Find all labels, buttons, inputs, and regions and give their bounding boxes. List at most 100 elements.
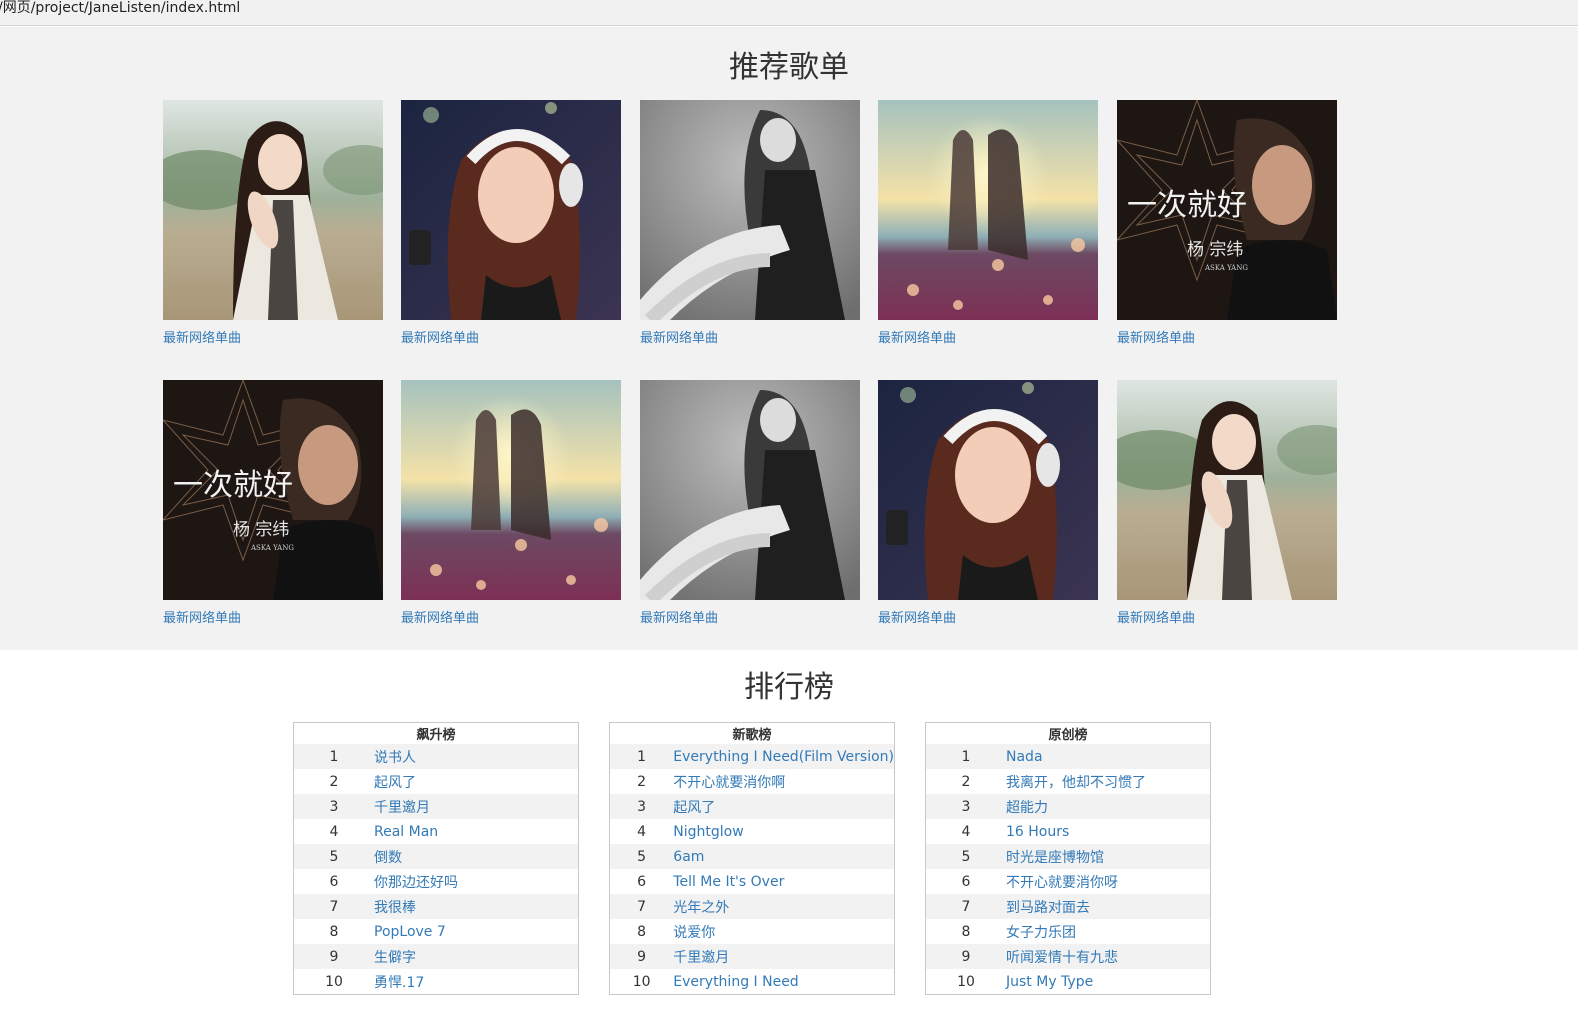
ranking-chart-title: 原创榜 xyxy=(1048,728,1088,743)
ranking-row[interactable]: 10 Just My Type xyxy=(926,969,1210,994)
playlist-title-link[interactable]: 最新网络单曲 xyxy=(878,331,1098,347)
ranking-row[interactable]: 8 女子力乐团 xyxy=(926,919,1210,944)
song-link[interactable]: 6am xyxy=(673,844,894,869)
playlist-card[interactable]: 最新网络单曲 xyxy=(401,100,621,347)
playlist-card[interactable]: 最新网络单曲 xyxy=(401,380,621,627)
ranking-row[interactable]: 9 千里邀月 xyxy=(610,944,894,969)
recommend-title: 推荐歌单 xyxy=(729,50,849,85)
song-link[interactable]: Tell Me It's Over xyxy=(673,869,894,894)
ranking-row[interactable]: 1 说书人 xyxy=(294,744,578,769)
ranking-row[interactable]: 10 勇悍.17 xyxy=(294,969,578,994)
playlist-title-link[interactable]: 最新网络单曲 xyxy=(163,611,383,627)
playlist-cover-image[interactable]: 一次就好 杨 宗纬 ASKA YANG xyxy=(1117,100,1337,320)
song-link[interactable]: 千里邀月 xyxy=(374,794,578,819)
playlist-cover-image[interactable] xyxy=(401,380,621,600)
song-link[interactable]: 光年之外 xyxy=(673,894,894,919)
playlist-cover-image[interactable] xyxy=(640,380,860,600)
playlist-card[interactable]: 最新网络单曲 xyxy=(878,380,1098,627)
song-link[interactable]: 说爱你 xyxy=(673,919,894,944)
song-link[interactable]: 不开心就要消你啊 xyxy=(673,769,894,794)
ranking-row[interactable]: 5 倒数 xyxy=(294,844,578,869)
song-link[interactable]: 倒数 xyxy=(374,844,578,869)
playlist-title-link[interactable]: 最新网络单曲 xyxy=(401,611,621,627)
song-link[interactable]: 我离开，他却不习惯了 xyxy=(1006,769,1210,794)
playlist-card[interactable]: 最新网络单曲 xyxy=(163,100,383,347)
ranking-row[interactable]: 9 听闻爱情十有九悲 xyxy=(926,944,1210,969)
playlist-card[interactable]: 最新网络单曲 xyxy=(640,380,860,627)
rank-number: 3 xyxy=(926,794,1006,819)
ranking-row[interactable]: 4 Nightglow xyxy=(610,819,894,844)
song-link[interactable]: 我很棒 xyxy=(374,894,578,919)
playlist-title-link[interactable]: 最新网络单曲 xyxy=(1117,331,1337,347)
playlist-title-link[interactable]: 最新网络单曲 xyxy=(401,331,621,347)
ranking-row[interactable]: 7 到马路对面去 xyxy=(926,894,1210,919)
url-text[interactable]: /网页/project/JaneListen/index.html xyxy=(0,0,240,16)
song-link[interactable]: Everything I Need xyxy=(673,969,894,994)
playlist-title-link[interactable]: 最新网络单曲 xyxy=(163,331,383,347)
song-link[interactable]: Just My Type xyxy=(1006,969,1210,994)
song-link[interactable]: 不开心就要消你呀 xyxy=(1006,869,1210,894)
song-link[interactable]: 听闻爱情十有九悲 xyxy=(1006,944,1210,969)
ranking-row[interactable]: 8 PopLove 7 xyxy=(294,919,578,944)
ranking-row[interactable]: 8 说爱你 xyxy=(610,919,894,944)
ranking-row[interactable]: 3 起风了 xyxy=(610,794,894,819)
song-link[interactable]: Nada xyxy=(1006,744,1210,769)
ranking-row[interactable]: 3 千里邀月 xyxy=(294,794,578,819)
playlist-title-link[interactable]: 最新网络单曲 xyxy=(640,611,860,627)
playlist-cover-image[interactable] xyxy=(878,380,1098,600)
song-link[interactable]: 起风了 xyxy=(673,794,894,819)
ranking-row[interactable]: 5 时光是座博物馆 xyxy=(926,844,1210,869)
playlist-cover-image[interactable] xyxy=(878,100,1098,320)
playlist-card[interactable]: 一次就好 杨 宗纬 ASKA YANG 最新网络单曲 xyxy=(1117,100,1337,347)
ranking-row[interactable]: 6 Tell Me It's Over xyxy=(610,869,894,894)
song-link[interactable]: Everything I Need(Film Version) xyxy=(673,744,894,769)
ranking-row[interactable]: 4 Real Man xyxy=(294,819,578,844)
rank-number: 9 xyxy=(610,944,674,969)
ranking-row[interactable]: 1 Everything I Need(Film Version) xyxy=(610,744,894,769)
playlist-card[interactable]: 最新网络单曲 xyxy=(1117,380,1337,627)
ranking-row[interactable]: 2 起风了 xyxy=(294,769,578,794)
ranking-row[interactable]: 2 我离开，他却不习惯了 xyxy=(926,769,1210,794)
ranking-row[interactable]: 10 Everything I Need xyxy=(610,969,894,994)
song-link[interactable]: 勇悍.17 xyxy=(374,969,578,994)
playlist-cover-image[interactable] xyxy=(640,100,860,320)
song-link[interactable]: 到马路对面去 xyxy=(1006,894,1210,919)
svg-text:ASKA YANG: ASKA YANG xyxy=(1204,264,1248,272)
playlist-card[interactable]: 最新网络单曲 xyxy=(640,100,860,347)
playlist-card[interactable]: 最新网络单曲 xyxy=(878,100,1098,347)
ranking-row[interactable]: 7 我很棒 xyxy=(294,894,578,919)
song-link[interactable]: 千里邀月 xyxy=(673,944,894,969)
song-link[interactable]: Real Man xyxy=(374,819,578,844)
song-link[interactable]: 时光是座博物馆 xyxy=(1006,844,1210,869)
playlist-cover-image[interactable]: 一次就好 杨 宗纬 ASKA YANG xyxy=(163,380,383,600)
ranking-row[interactable]: 9 生僻字 xyxy=(294,944,578,969)
playlist-card[interactable]: 一次就好 杨 宗纬 ASKA YANG 最新网络单曲 xyxy=(163,380,383,627)
playlist-cover-image[interactable] xyxy=(1117,380,1337,600)
song-link[interactable]: PopLove 7 xyxy=(374,919,578,944)
address-bar[interactable]: /网页/project/JaneListen/index.html xyxy=(0,0,1578,26)
ranking-chart-title: 飙升榜 xyxy=(416,728,456,743)
song-link[interactable]: 生僻字 xyxy=(374,944,578,969)
song-link[interactable]: 超能力 xyxy=(1006,794,1210,819)
song-link[interactable]: 你那边还好吗 xyxy=(374,869,578,894)
ranking-row[interactable]: 7 光年之外 xyxy=(610,894,894,919)
ranking-row[interactable]: 3 超能力 xyxy=(926,794,1210,819)
song-link[interactable]: 16 Hours xyxy=(1006,819,1210,844)
song-link[interactable]: 起风了 xyxy=(374,769,578,794)
playlist-cover-image[interactable] xyxy=(163,100,383,320)
rank-number: 9 xyxy=(926,944,1006,969)
rank-number: 9 xyxy=(294,944,374,969)
ranking-row[interactable]: 5 6am xyxy=(610,844,894,869)
ranking-row[interactable]: 4 16 Hours xyxy=(926,819,1210,844)
song-link[interactable]: 女子力乐团 xyxy=(1006,919,1210,944)
ranking-row[interactable]: 6 你那边还好吗 xyxy=(294,869,578,894)
song-link[interactable]: 说书人 xyxy=(374,744,578,769)
playlist-title-link[interactable]: 最新网络单曲 xyxy=(878,611,1098,627)
playlist-title-link[interactable]: 最新网络单曲 xyxy=(640,331,860,347)
ranking-row[interactable]: 1 Nada xyxy=(926,744,1210,769)
ranking-row[interactable]: 6 不开心就要消你呀 xyxy=(926,869,1210,894)
playlist-title-link[interactable]: 最新网络单曲 xyxy=(1117,611,1337,627)
song-link[interactable]: Nightglow xyxy=(673,819,894,844)
playlist-cover-image[interactable] xyxy=(401,100,621,320)
ranking-row[interactable]: 2 不开心就要消你啊 xyxy=(610,769,894,794)
